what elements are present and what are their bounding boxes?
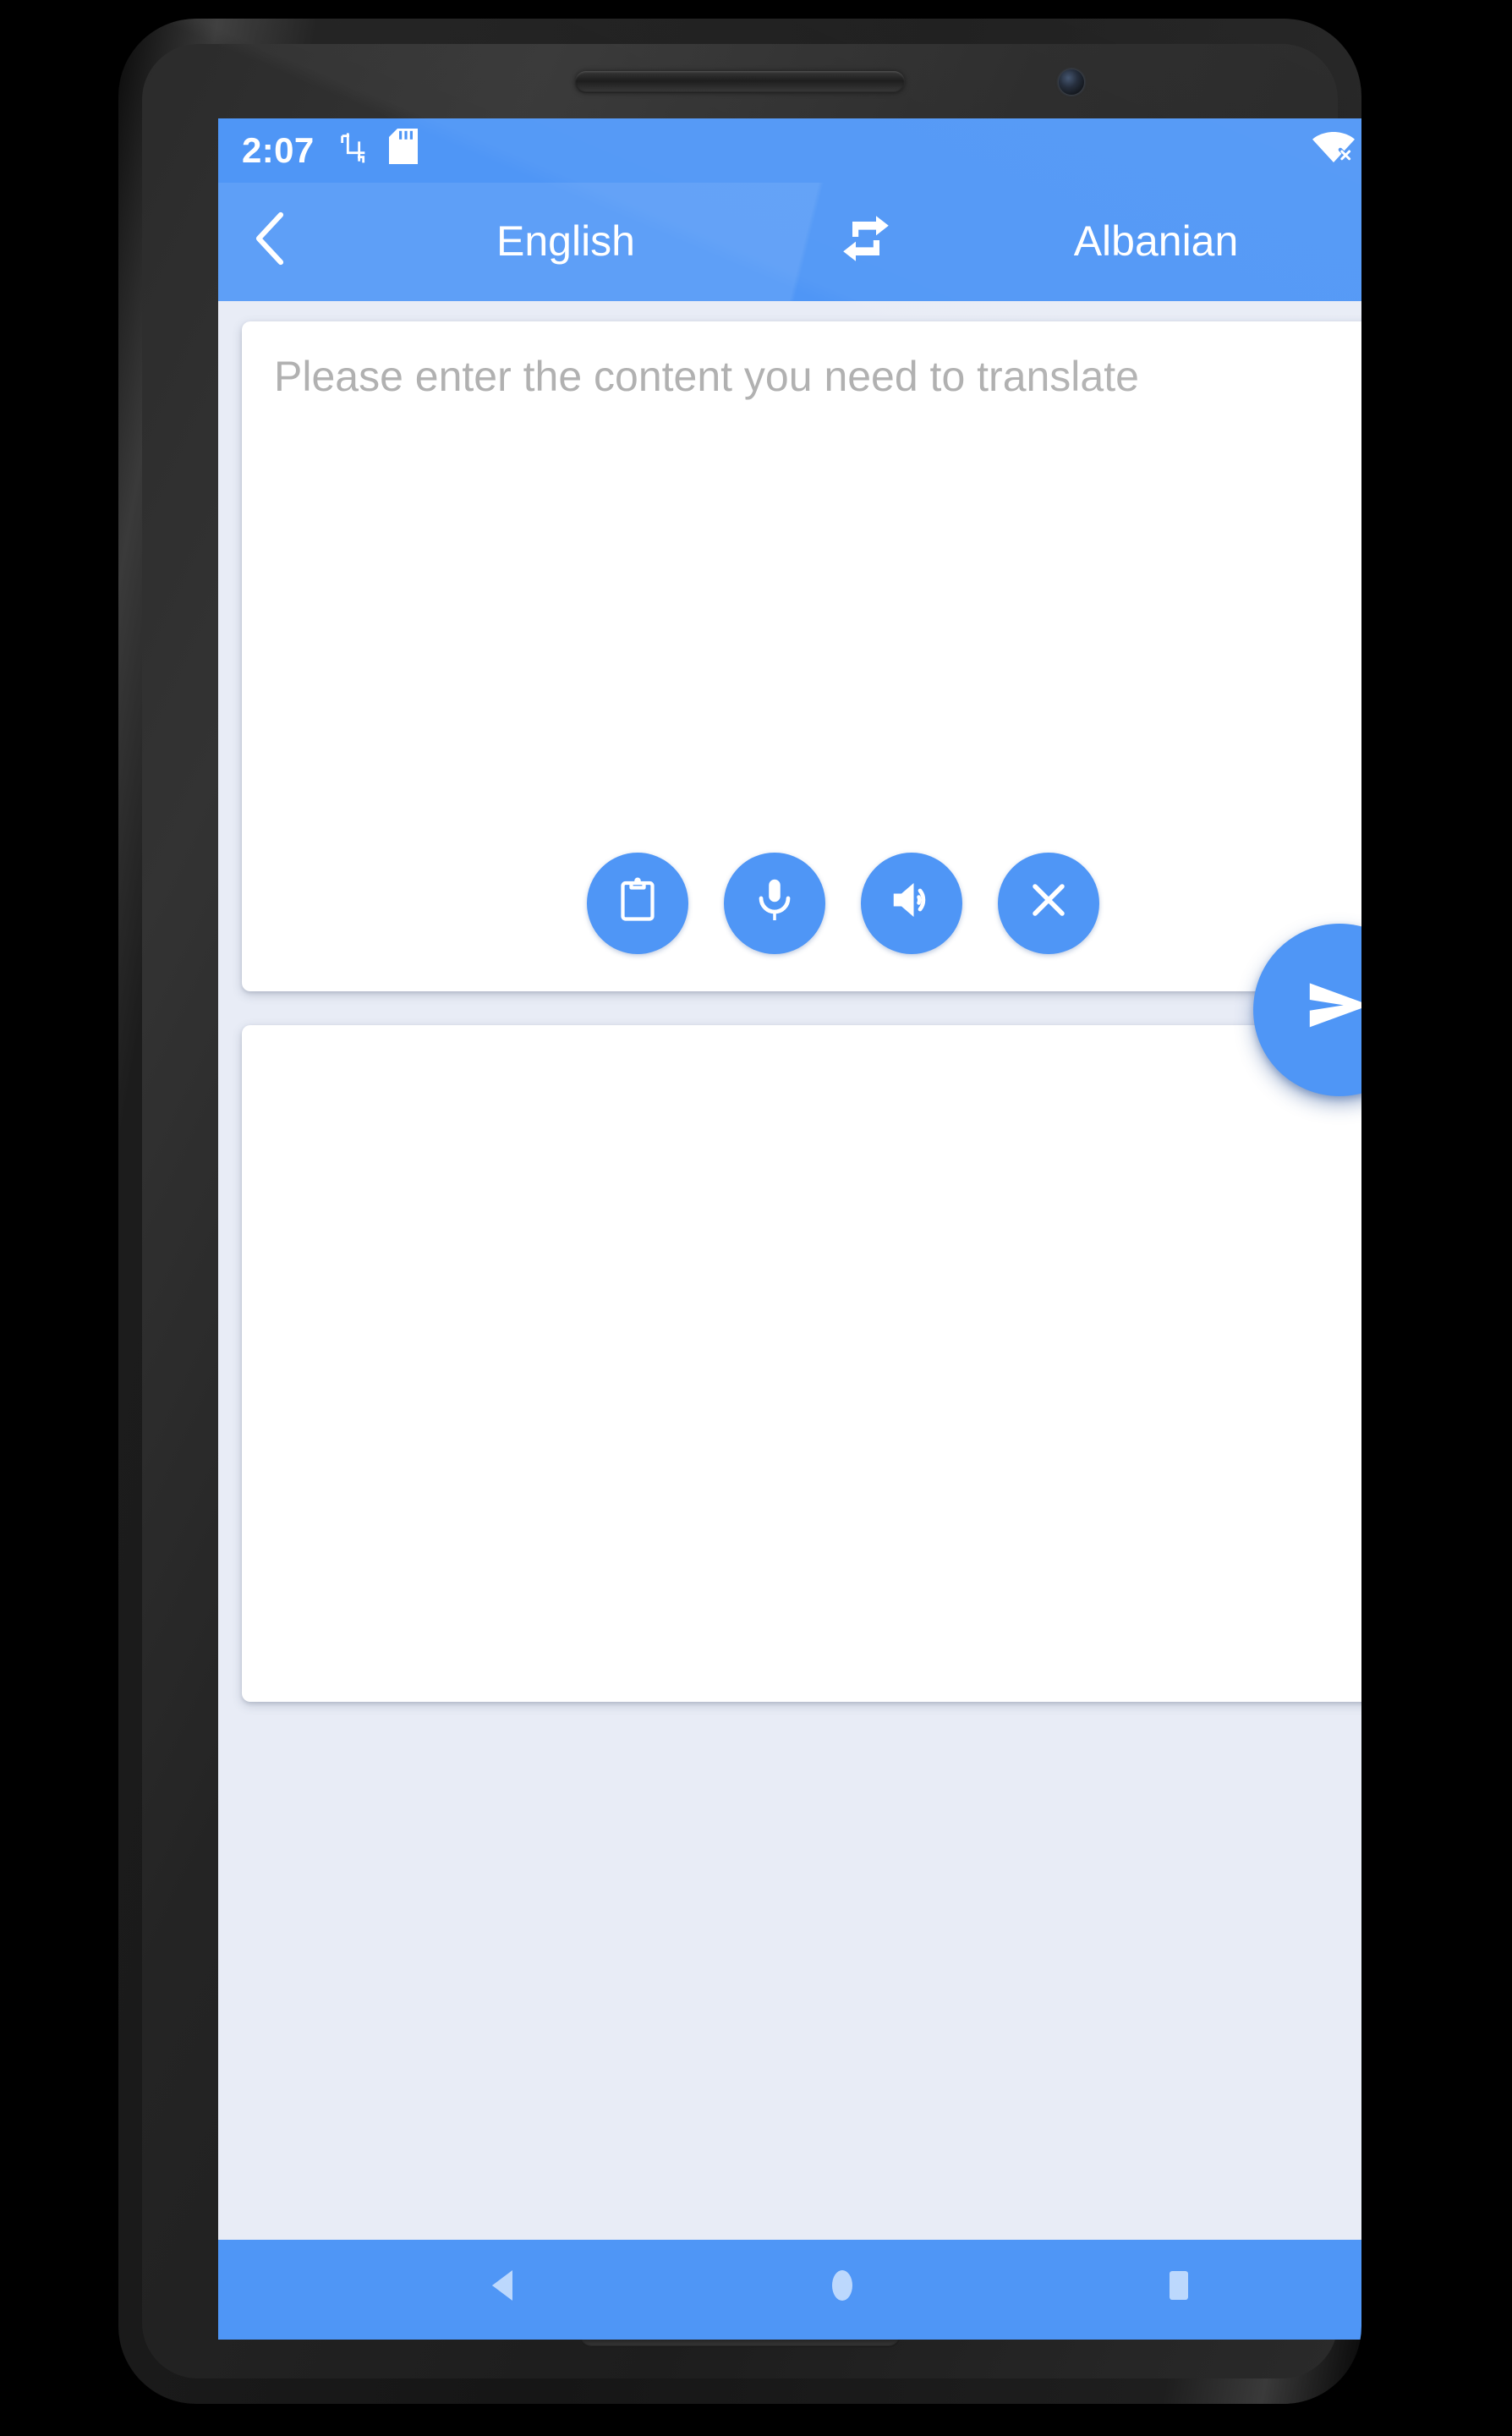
status-clock: 2:07 — [242, 131, 315, 170]
phone-device-frame: 2:07 English Albanian Please enter the c… — [118, 19, 1361, 2404]
swap-languages-icon — [839, 211, 893, 273]
translate-input[interactable] — [242, 321, 1361, 829]
status-left-icon-group — [337, 129, 418, 173]
nav-back-button[interactable] — [446, 2240, 564, 2340]
clear-button[interactable] — [997, 853, 1098, 954]
input-action-row — [242, 853, 1361, 954]
nav-recents-button[interactable] — [1120, 2240, 1239, 2340]
swap-languages-button[interactable] — [819, 183, 913, 301]
target-language-label[interactable]: Albanian — [913, 217, 1361, 266]
android-navigation-bar — [218, 2240, 1361, 2340]
clipboard-icon — [611, 874, 662, 933]
translator-body — [218, 301, 1361, 2240]
translation-output-text — [242, 1025, 1361, 1702]
input-card — [242, 321, 1361, 991]
wifi-off-icon — [1312, 129, 1358, 172]
voice-input-button[interactable] — [723, 853, 824, 954]
phone-screen: 2:07 English Albanian Please enter the c… — [218, 118, 1361, 2340]
speaker-volume-icon — [885, 874, 936, 933]
earpiece-speaker-icon — [575, 71, 905, 93]
send-paper-plane-icon — [1299, 965, 1361, 1055]
source-language-label[interactable]: English — [323, 217, 819, 266]
square-recents-icon — [1158, 2263, 1202, 2316]
screenshot-crop-icon — [337, 129, 370, 172]
paste-button[interactable] — [586, 853, 688, 954]
app-bar: English Albanian — [218, 183, 1361, 301]
status-bar: 2:07 — [218, 118, 1361, 183]
circle-home-icon — [820, 2263, 864, 2316]
nav-home-button[interactable] — [783, 2240, 901, 2340]
speak-button[interactable] — [860, 853, 961, 954]
back-button[interactable] — [218, 183, 323, 301]
sd-card-icon — [388, 129, 418, 173]
microphone-icon — [748, 874, 799, 933]
status-right-icon-group — [1312, 129, 1361, 173]
close-x-icon — [1022, 874, 1073, 933]
triangle-back-icon — [483, 2263, 527, 2316]
front-camera-icon — [1059, 69, 1084, 95]
chevron-left-icon — [247, 209, 294, 275]
output-card[interactable] — [242, 1025, 1361, 1702]
